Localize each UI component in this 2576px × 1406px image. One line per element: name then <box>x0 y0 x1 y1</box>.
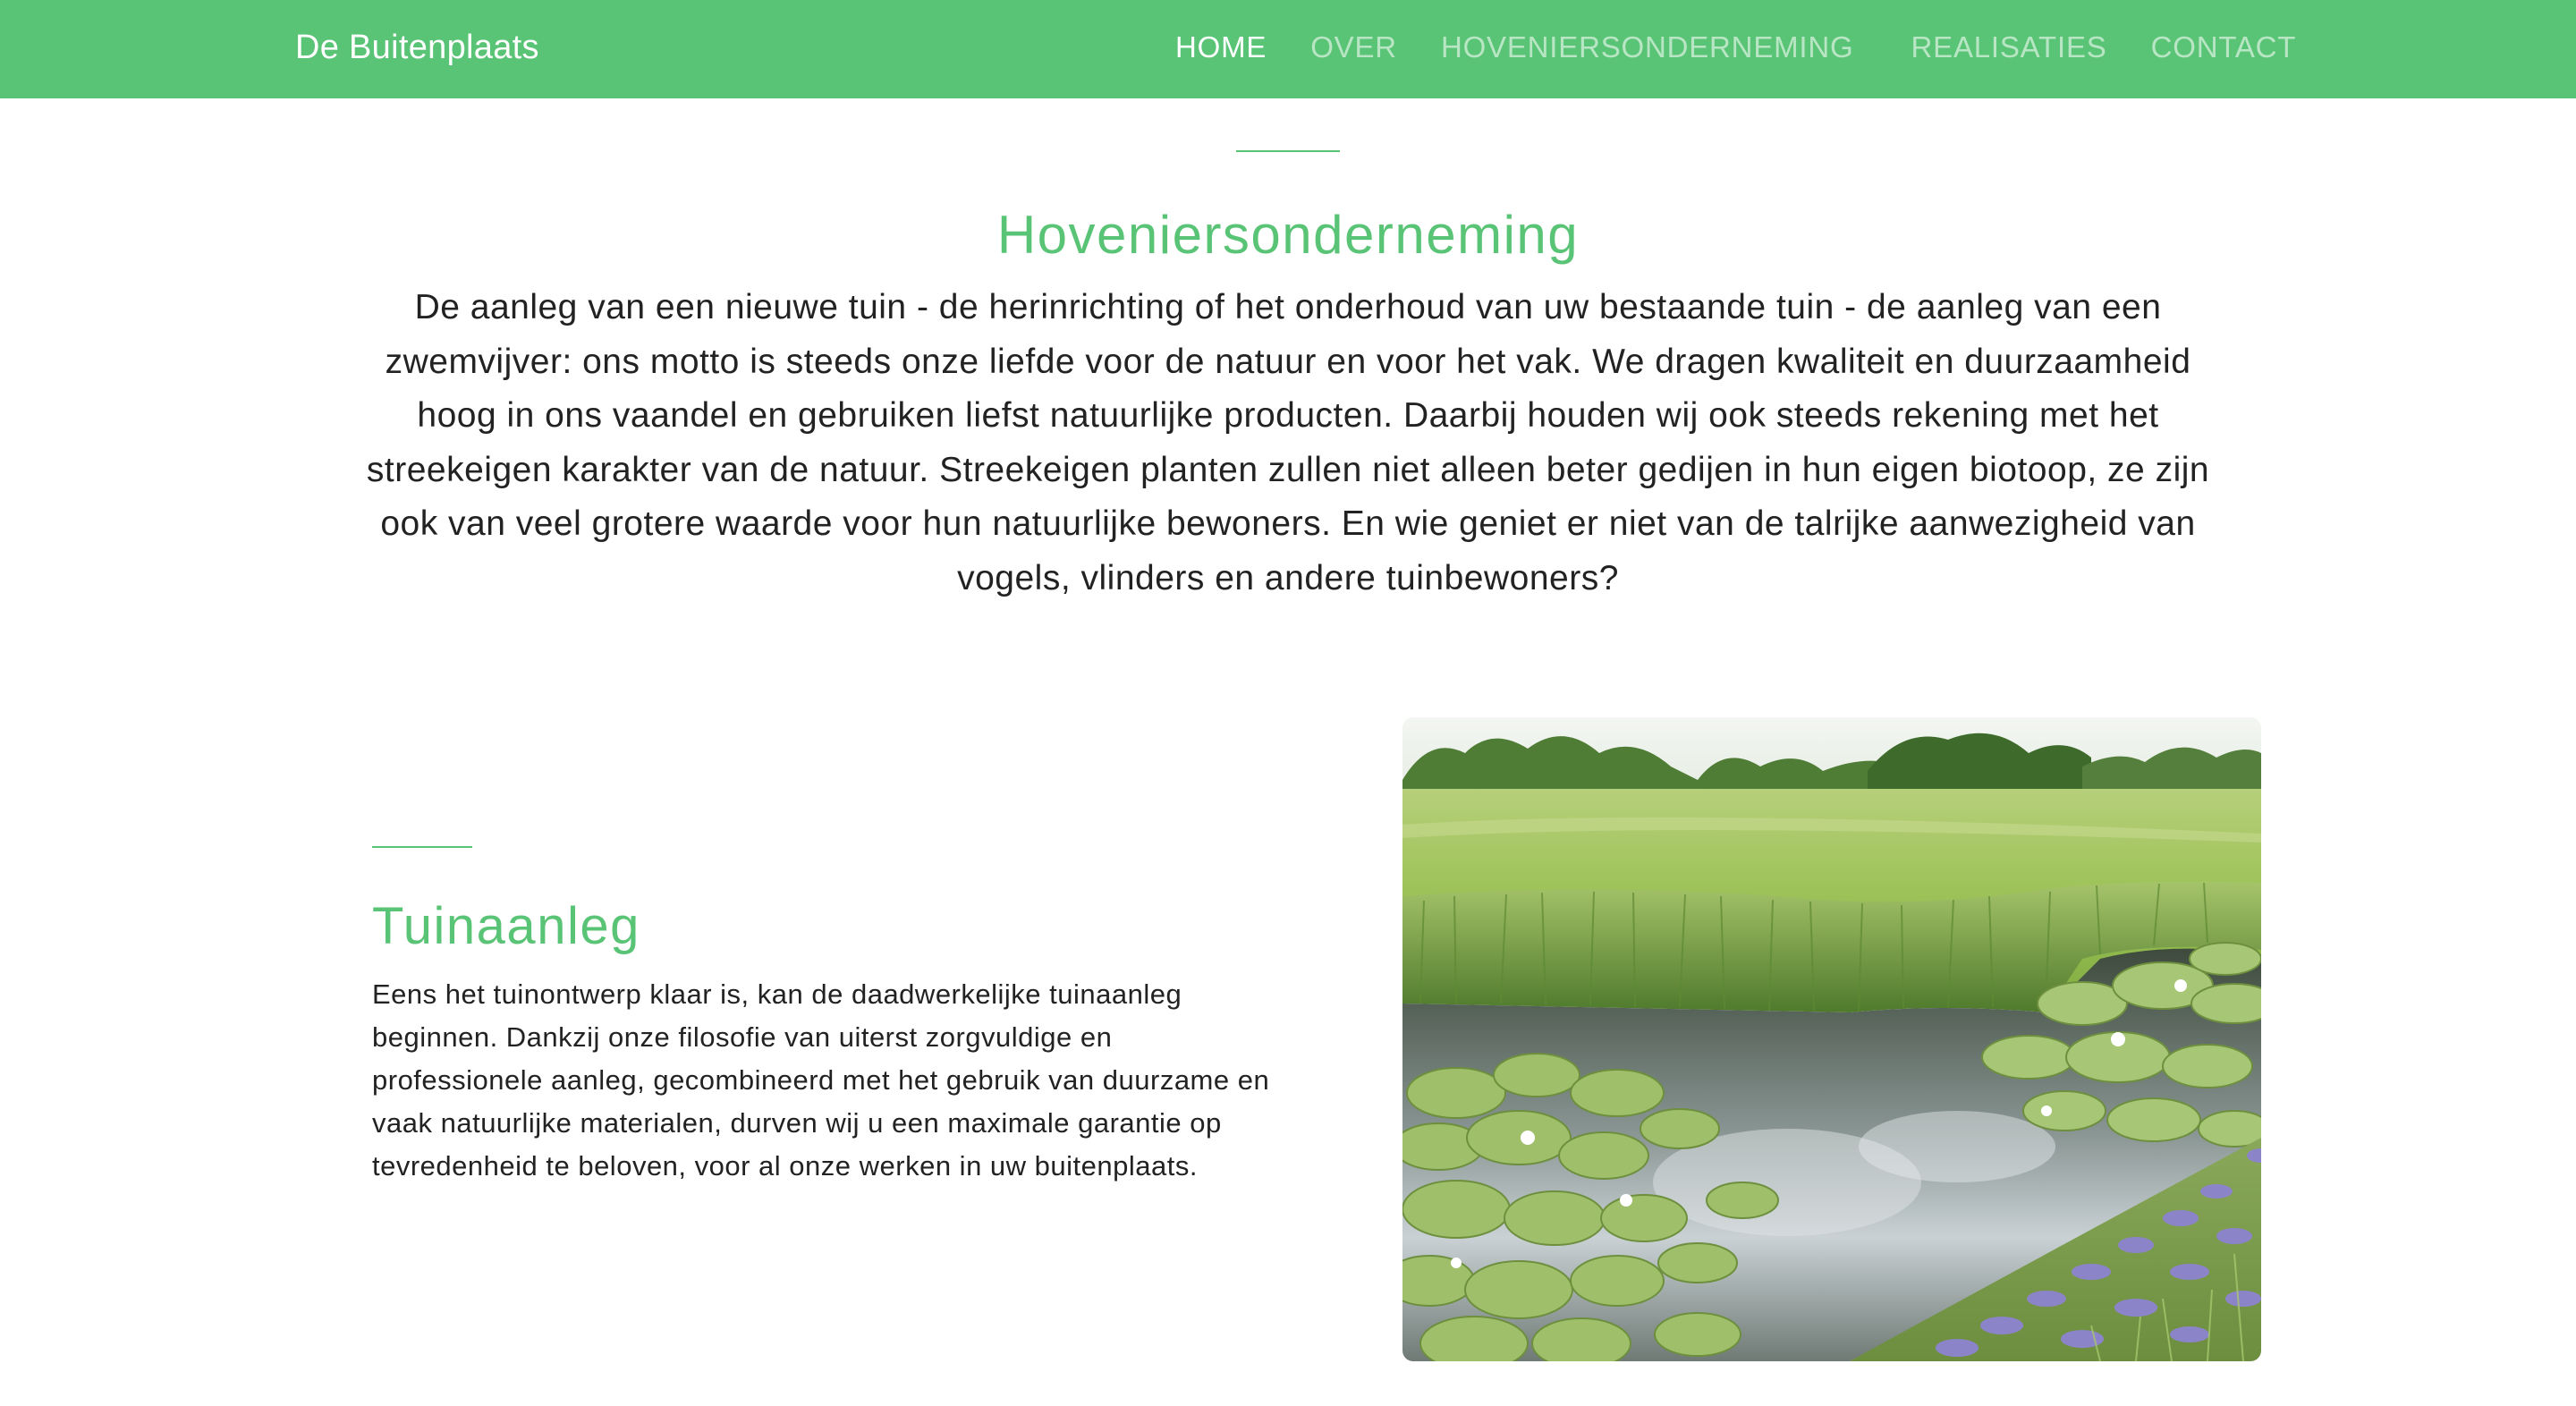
section-divider <box>1236 150 1340 152</box>
nav-link-home[interactable]: HOME <box>1175 27 1267 68</box>
main-nav: HOME OVER HOVENIERSONDERNEMING REALISATI… <box>1175 27 2296 68</box>
feature-text: Eens het tuinontwerp klaar is, kan de da… <box>372 978 1270 1182</box>
navbar: De Buitenplaats HOME OVER HOVENIERSONDER… <box>0 0 2576 98</box>
intro-title: Hoveniersonderneming <box>996 205 1580 265</box>
nav-link-contact[interactable]: CONTACT <box>2151 27 2297 68</box>
nav-link-over[interactable]: OVER <box>1310 27 1397 68</box>
garden-pond-photo <box>1402 717 2261 1361</box>
feature-divider <box>372 846 472 848</box>
nav-link-hoveniersonderneming[interactable]: HOVENIERSONDERNEMING <box>1441 27 1854 68</box>
brand-logo-link[interactable]: De Buitenplaats <box>295 27 539 68</box>
feature-title: Tuinaanleg <box>372 897 640 955</box>
intro-text: De aanleg van een nieuwe tuin - de herin… <box>366 288 2210 597</box>
nav-link-realisaties[interactable]: REALISATIES <box>1911 27 2107 68</box>
